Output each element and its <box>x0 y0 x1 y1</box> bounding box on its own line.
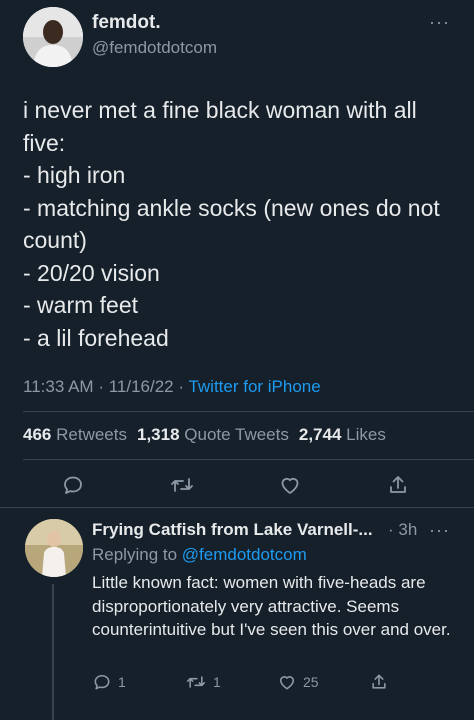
tweet-text: i never met a fine black woman with all … <box>23 97 440 351</box>
reply-time-value: 3h <box>398 520 418 539</box>
like-button[interactable] <box>273 468 307 502</box>
retweet-button[interactable] <box>165 468 199 502</box>
more-options-icon[interactable]: ··· <box>429 12 450 33</box>
tweet-meta: 11:33 AM · 11/16/22 · Twitter for iPhone <box>23 377 321 397</box>
retweet-icon <box>171 478 193 492</box>
heart-icon <box>281 477 299 494</box>
heart-icon <box>279 676 295 690</box>
share-button[interactable] <box>381 468 415 502</box>
divider <box>23 411 474 412</box>
reply-icon <box>64 476 82 494</box>
quote-tweets-label: Quote Tweets <box>184 425 289 444</box>
replying-handle[interactable]: @femdotdotcom <box>182 545 307 564</box>
divider <box>23 459 474 460</box>
reply-icon <box>94 674 110 690</box>
share-icon <box>372 674 386 689</box>
tweet-source[interactable]: Twitter for iPhone <box>188 377 320 396</box>
thread-line <box>52 584 54 720</box>
retweets-label: Retweets <box>56 425 127 444</box>
like-count: 25 <box>303 674 319 690</box>
reply-button[interactable] <box>56 468 90 502</box>
reply-display-name[interactable]: Frying Catfish from Lake Varnell-... <box>92 520 373 540</box>
tweet-date[interactable]: 11/16/22 <box>109 377 174 396</box>
user-handle[interactable]: @femdotdotcom <box>92 38 217 58</box>
reply-share-button[interactable] <box>369 670 389 694</box>
reply-actions: 1 1 25 <box>0 670 474 698</box>
quote-tweets-count: 1,318 <box>136 425 180 444</box>
retweets-count: 466 <box>23 425 52 444</box>
reply-reply-button[interactable]: 1 <box>92 670 126 694</box>
engagement-stats: 466 Retweets 1,318 Quote Tweets 2,744 Li… <box>23 425 386 445</box>
replying-prefix: Replying to <box>92 545 178 564</box>
retweet-icon <box>186 676 206 688</box>
avatar[interactable] <box>23 7 83 67</box>
avatar[interactable] <box>25 519 83 577</box>
likes-stat[interactable]: 2,744 Likes <box>299 425 386 445</box>
tweet-time[interactable]: 11:33 AM <box>23 377 94 396</box>
reply-time[interactable]: · 3h <box>388 520 417 540</box>
meta-separator: · <box>98 377 109 396</box>
meta-separator: · <box>178 377 189 396</box>
reply-retweet-button[interactable]: 1 <box>185 670 221 694</box>
likes-count: 2,744 <box>298 425 342 444</box>
reply-text: Little known fact: women with five-heads… <box>92 573 451 639</box>
share-icon <box>390 476 406 493</box>
retweets-stat[interactable]: 466 Retweets <box>23 425 127 445</box>
tweet-actions <box>0 468 474 502</box>
divider <box>0 507 474 508</box>
reply-count: 1 <box>118 674 126 690</box>
retweet-count: 1 <box>213 674 221 690</box>
reply-like-button[interactable]: 25 <box>277 670 319 694</box>
quote-tweets-stat[interactable]: 1,318 Quote Tweets <box>137 425 289 445</box>
display-name[interactable]: femdot. <box>92 12 161 34</box>
more-options-icon[interactable]: ··· <box>429 520 450 541</box>
replying-to: Replying to @femdotdotcom <box>92 545 307 565</box>
likes-label: Likes <box>346 425 386 444</box>
